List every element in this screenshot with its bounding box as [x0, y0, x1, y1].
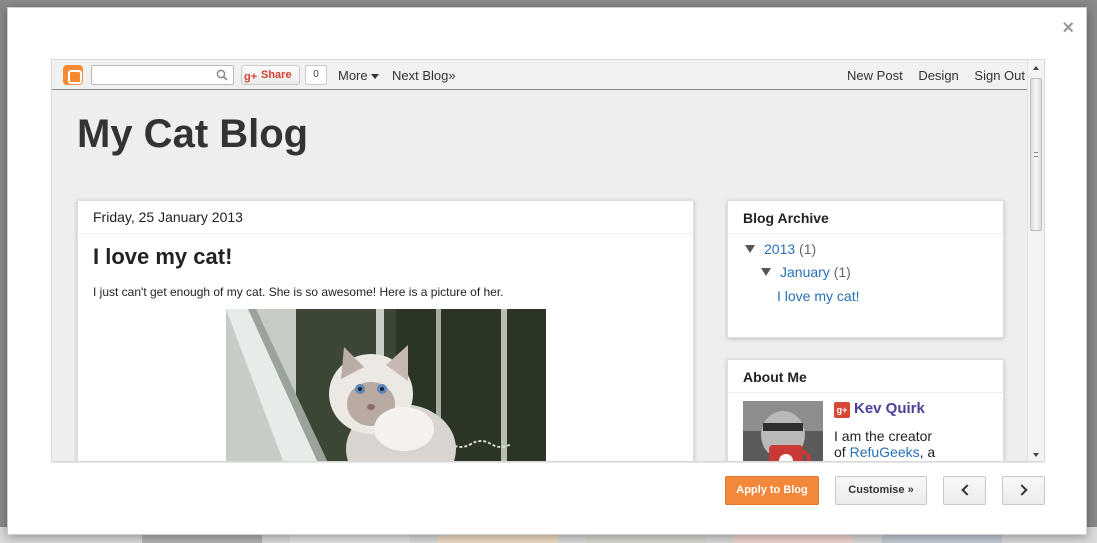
blog-preview-frame: g+ Share 0 More Next Blog» New Post Desi… — [51, 59, 1045, 462]
about-text: I am the creator of RefuGeeks, a — [834, 428, 994, 460]
new-post-link[interactable]: New Post — [847, 68, 903, 83]
refugeeks-link[interactable]: RefuGeeks — [850, 444, 920, 460]
about-title: About Me — [728, 360, 1003, 393]
cat-photo — [226, 309, 546, 461]
google-plus-icon[interactable]: g+ — [834, 402, 850, 418]
customise-button[interactable]: Customise » — [835, 476, 927, 505]
background-thumbnail — [882, 535, 1002, 543]
about-text-suffix: , a — [919, 444, 936, 460]
archive-year-row[interactable]: 2013 (1) — [745, 241, 816, 257]
blogger-navbar: g+ Share 0 More Next Blog» New Post Desi… — [52, 60, 1028, 90]
next-blog-link[interactable]: Next Blog» — [392, 68, 456, 83]
expand-triangle-icon[interactable] — [761, 268, 771, 276]
post-body: I just can't get enough of my cat. She i… — [93, 285, 504, 299]
about-me-widget: About Me g+ Kev Quirk I am the creator o… — [727, 359, 1004, 461]
archive-month-count: (1) — [833, 264, 851, 280]
about-text-prefix: of — [834, 444, 850, 460]
archive-year-link[interactable]: 2013 — [764, 241, 795, 257]
background-thumbnail — [586, 535, 706, 543]
archive-year-count: (1) — [799, 241, 817, 257]
post-title[interactable]: I love my cat! — [93, 244, 232, 270]
background-thumbnail — [438, 535, 558, 543]
template-preview-dialog: × g+ Share 0 More Next Blog» New Post De… — [7, 7, 1087, 535]
archive-post-link[interactable]: I love my cat! — [777, 288, 859, 304]
about-text-line: of RefuGeeks, a — [834, 444, 994, 460]
share-count: 0 — [305, 65, 327, 85]
design-link[interactable]: Design — [918, 68, 958, 83]
chevron-left-icon — [961, 484, 973, 496]
background-thumbnail — [734, 535, 854, 543]
archive-month-link[interactable]: January — [780, 264, 830, 280]
more-menu[interactable]: More — [338, 68, 379, 83]
avatar[interactable] — [743, 401, 823, 461]
chevron-right-icon — [1016, 484, 1028, 496]
blog-title[interactable]: My Cat Blog — [77, 112, 308, 157]
post-date: Friday, 25 January 2013 — [78, 201, 693, 234]
apply-to-blog-button[interactable]: Apply to Blog — [725, 476, 819, 505]
share-label: Share — [261, 69, 292, 81]
grip-icon — [1034, 152, 1038, 157]
search-input[interactable] — [92, 66, 212, 84]
background-thumbnail — [290, 535, 410, 543]
blogger-logo-icon[interactable] — [63, 65, 83, 85]
archive-title: Blog Archive — [728, 201, 1003, 234]
close-icon[interactable]: × — [1062, 18, 1074, 38]
background-thumbnail — [142, 535, 262, 543]
sign-out-link[interactable]: Sign Out — [974, 68, 1025, 83]
previous-button[interactable] — [943, 476, 986, 505]
navbar-search — [91, 65, 234, 85]
footer-divider — [51, 462, 1045, 463]
search-icon[interactable] — [216, 69, 228, 81]
archive-post-row: I love my cat! — [777, 288, 859, 304]
google-plus-share-button[interactable]: g+ Share — [241, 65, 300, 85]
expand-triangle-icon[interactable] — [745, 245, 755, 253]
scroll-up-icon[interactable] — [1033, 66, 1039, 70]
scroll-thumb[interactable] — [1030, 78, 1042, 231]
next-button[interactable] — [1002, 476, 1045, 505]
scroll-down-icon[interactable] — [1033, 453, 1039, 457]
author-name[interactable]: Kev Quirk — [854, 400, 925, 417]
blog-post: Friday, 25 January 2013 I love my cat! I… — [77, 200, 694, 461]
more-label: More — [338, 68, 368, 83]
archive-month-row[interactable]: January (1) — [761, 264, 851, 280]
about-text-line: I am the creator — [834, 428, 933, 444]
preview-scrollbar[interactable] — [1027, 60, 1044, 461]
caret-down-icon — [370, 74, 379, 80]
navbar-right-links: New Post Design Sign Out — [835, 68, 1025, 83]
google-plus-icon: g+ — [244, 71, 258, 83]
blog-archive-widget: Blog Archive 2013 (1) January (1) I love… — [727, 200, 1004, 338]
